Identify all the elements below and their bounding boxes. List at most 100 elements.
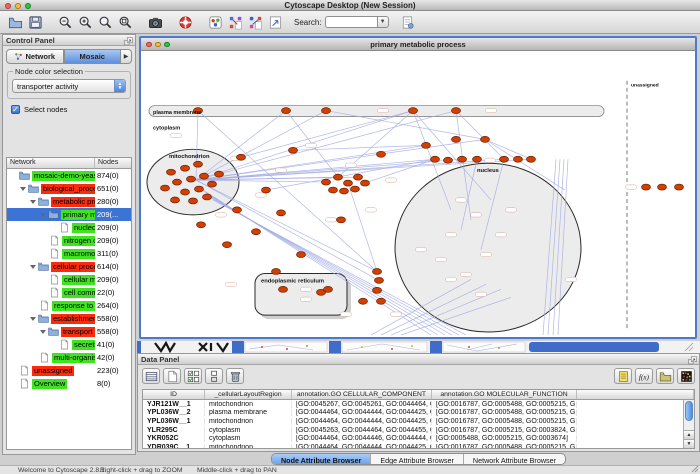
tab-mosaic[interactable]: Mosaic <box>64 49 122 64</box>
cell[interactable]: YDR039C__1 <box>143 444 205 449</box>
new-document-button[interactable] <box>399 13 417 31</box>
snapshot-button[interactable] <box>146 13 164 31</box>
tree-row-cell-communicat[interactable]: cell communicat22(0) <box>7 286 131 299</box>
network-node[interactable] <box>444 157 453 163</box>
cell[interactable]: cytoplasm <box>205 435 292 442</box>
tree-row-nitrogen-compo[interactable]: nitrogen compo209(0) <box>7 234 131 247</box>
network-node[interactable] <box>181 165 190 171</box>
table-row[interactable]: YPL036W__2plasma membrane[GO:0044464, GO… <box>143 409 694 418</box>
open-session-button[interactable] <box>6 13 24 31</box>
network-node[interactable] <box>161 185 170 191</box>
layout-nodes-button[interactable] <box>226 13 244 31</box>
network-node[interactable] <box>452 108 461 114</box>
vizmapper-button[interactable] <box>206 13 224 31</box>
network-node[interactable] <box>324 286 333 292</box>
tree-row-unassigned[interactable]: unassigned223(0) <box>7 364 131 377</box>
network-node[interactable] <box>377 298 386 304</box>
network-node[interactable] <box>409 108 418 114</box>
network-node[interactable] <box>375 277 384 283</box>
network-node[interactable] <box>208 181 217 187</box>
network-node[interactable] <box>252 229 261 235</box>
network-node[interactable] <box>675 184 684 190</box>
formula-builder-button[interactable]: f(x) <box>635 368 653 384</box>
scroll-up-button[interactable]: ▲ <box>684 430 694 439</box>
network-node[interactable] <box>237 154 246 160</box>
cell[interactable]: [GO:0016787, GO:0005215, GO:0003824, G..… <box>432 427 577 434</box>
network-node[interactable] <box>334 174 343 180</box>
tree-row-establishment-of-lo[interactable]: establishment of lo558(0) <box>7 312 131 325</box>
scrollbar-thumb[interactable] <box>685 401 693 421</box>
network-node[interactable] <box>289 147 298 153</box>
table-row[interactable]: YKR052Ccytoplasm[GO:0044464, GO:0044446,… <box>143 434 694 443</box>
network-node[interactable] <box>361 180 370 186</box>
network-node[interactable] <box>642 184 651 190</box>
tree-row-overview[interactable]: Overview8(0) <box>7 377 131 390</box>
tree-row-macromolecule[interactable]: macromolecule311(0) <box>7 247 131 260</box>
network-node[interactable] <box>215 171 224 177</box>
tree-row-cellular-process[interactable]: cellular process614(0) <box>7 260 131 273</box>
network-canvas[interactable]: plasma membranecytoplasmmitochondrionnuc… <box>141 51 695 337</box>
tree-row-mosaic-demo-yeast[interactable]: mosaic-demo-yeast874(0) <box>7 169 131 182</box>
network-node[interactable] <box>322 108 331 114</box>
unselect-attributes-button[interactable] <box>205 368 223 384</box>
select-attributes-button[interactable] <box>184 368 202 384</box>
annotation-button[interactable] <box>266 13 284 31</box>
cell[interactable]: [GO:0045263, GO:0044464, GO:0044455, G..… <box>292 427 432 434</box>
network-node[interactable] <box>473 156 482 162</box>
cell[interactable]: mitochondrion <box>205 444 292 449</box>
network-node[interactable] <box>277 210 286 216</box>
network-node[interactable] <box>500 156 509 162</box>
tree-row-cellular-metabo[interactable]: cellular metabo209(0) <box>7 273 131 286</box>
cell[interactable]: [GO:0044464, GO:0044446, GO:0044444, G..… <box>292 435 432 442</box>
new-attribute-button[interactable] <box>163 368 181 384</box>
expand-arrow-icon[interactable] <box>30 200 36 204</box>
select-nodes-checkbox[interactable]: ✓ <box>11 105 20 114</box>
table-row[interactable]: YJR121W__1mitochondrion[GO:0045267, GO:0… <box>143 400 694 409</box>
cell[interactable]: plasma membrane <box>205 409 292 416</box>
network-node[interactable] <box>194 161 203 167</box>
network-node[interactable] <box>340 188 349 194</box>
network-node[interactable] <box>458 156 467 162</box>
tab-overflow-arrow-icon[interactable]: ▶ <box>121 49 132 64</box>
cell[interactable]: [GO:0016787, GO:0005488, GO:0005215, G..… <box>432 444 577 449</box>
tree-row-response-to-stimulu[interactable]: response to stimulu264(0) <box>7 299 131 312</box>
delete-attribute-button[interactable] <box>226 368 244 384</box>
network-node[interactable] <box>344 180 353 186</box>
network-node[interactable] <box>373 268 382 274</box>
cell[interactable]: YPL036W__2 <box>143 409 205 416</box>
column-header-0[interactable]: ID <box>143 390 205 399</box>
network-node[interactable] <box>200 173 209 179</box>
node-color-dropdown[interactable]: transporter activity ▲▼ <box>12 79 126 93</box>
tree-column-nodes[interactable]: Nodes <box>95 158 131 168</box>
network-node[interactable] <box>359 298 368 304</box>
help-button[interactable] <box>176 13 194 31</box>
network-node[interactable] <box>373 287 382 293</box>
network-node[interactable] <box>167 169 176 175</box>
network-node[interactable] <box>297 252 306 258</box>
tree-column-network[interactable]: Network <box>7 158 95 168</box>
scroll-down-button[interactable]: ▼ <box>684 439 694 448</box>
cell[interactable]: [GO:0016787, GO:0005488, GO:0005215, G..… <box>432 401 577 408</box>
network-node[interactable] <box>431 156 440 162</box>
cell[interactable]: [GO:0016787, GO:0005488, GO:0005215, G..… <box>432 418 577 425</box>
table-row[interactable]: YLR295Ccytoplasm[GO:0045263, GO:0044464,… <box>143 426 694 435</box>
expand-arrow-icon[interactable] <box>40 213 46 217</box>
tree-row-metabolic-process[interactable]: metabolic process280(0) <box>7 195 131 208</box>
network-node[interactable] <box>189 198 198 204</box>
expand-arrow-icon[interactable] <box>40 330 46 334</box>
expand-arrow-icon[interactable] <box>30 265 36 269</box>
network-node[interactable] <box>203 194 212 200</box>
network-node[interactable] <box>351 186 360 192</box>
matrix-heatmap-button[interactable] <box>677 368 695 384</box>
cell[interactable]: [GO:0005488, GO:0005215, GO:0003674] <box>432 435 577 442</box>
import-attributes-button[interactable] <box>614 368 632 384</box>
tab-network-attribute-browser[interactable]: Network Attribute Browser <box>464 454 565 464</box>
network-node[interactable] <box>337 217 346 223</box>
float-panel-icon[interactable] <box>124 37 133 46</box>
tree-row-secretion[interactable]: secretion41(0) <box>7 338 131 351</box>
network-node[interactable] <box>272 268 281 274</box>
expand-arrow-icon[interactable] <box>20 187 26 191</box>
network-node[interactable] <box>422 142 431 148</box>
network-node[interactable] <box>173 179 182 185</box>
layout-edges-button[interactable] <box>246 13 264 31</box>
